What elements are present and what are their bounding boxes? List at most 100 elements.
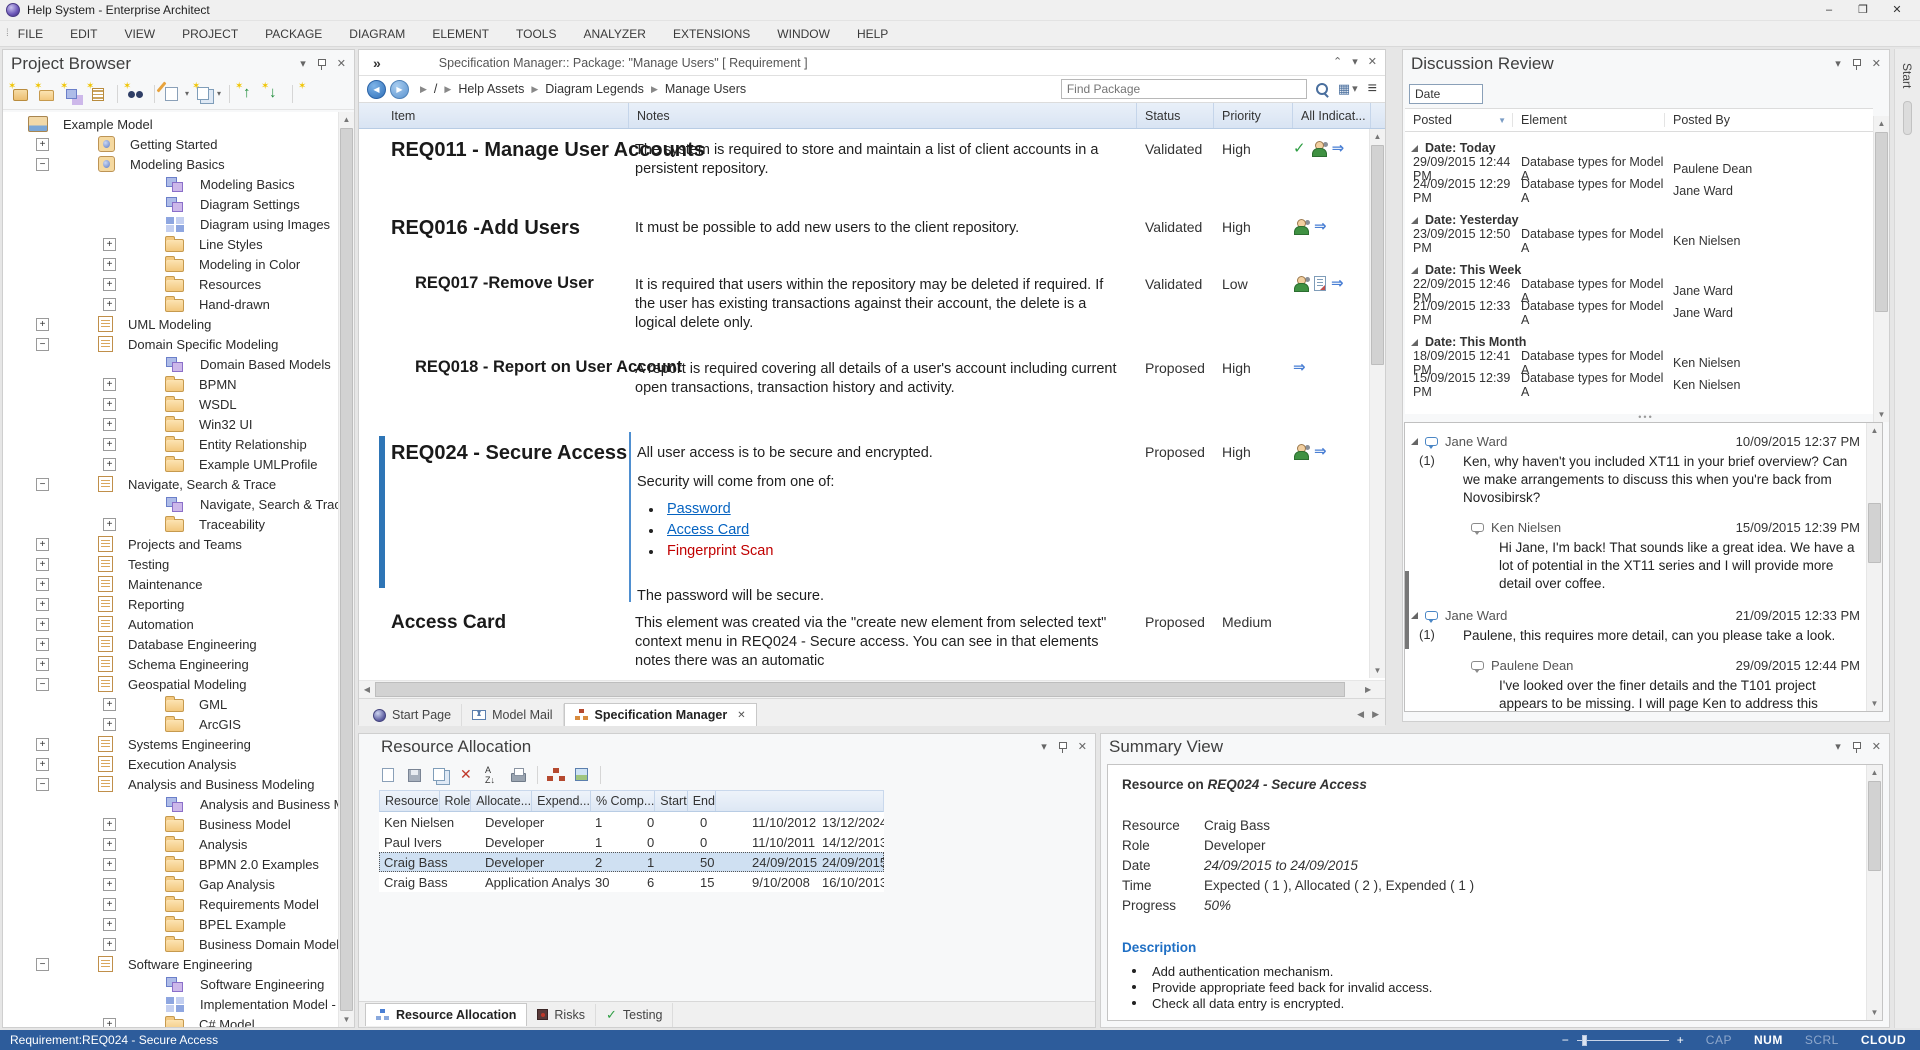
group-by-date-field[interactable]: Date [1409,84,1483,104]
requirement-priority[interactable]: Medium [1214,602,1293,680]
tree-item[interactable]: Analysis and Business Modeling [3,794,338,814]
tab-specification-manager[interactable]: Specification Manager ✕ [564,703,757,726]
indicator-icon[interactable] [1332,141,1345,156]
tree-item[interactable]: Business Model [3,814,338,834]
tree-item[interactable]: Example UMLProfile [3,454,338,474]
chevron-down-icon[interactable]: ▾ [1835,59,1841,70]
tab-risks[interactable]: Risks [527,1004,596,1026]
expander-icon[interactable] [103,378,116,391]
expander-icon[interactable] [103,418,116,431]
close-icon[interactable]: ✕ [1078,742,1087,753]
notes-bullet[interactable]: Fingerprint Scan [649,542,1123,561]
expander-icon[interactable] [36,598,49,611]
requirement-notes[interactable]: The system is required to store and main… [629,129,1137,207]
requirement-priority[interactable]: Low [1214,264,1293,348]
tree-item[interactable]: Domain Specific Modeling [3,334,338,354]
column-header-notes[interactable]: Notes [629,103,1137,128]
tabs-scroll-right-icon[interactable]: ▶ [1372,709,1379,720]
requirement-notes[interactable]: All user access is to be secure and encr… [629,432,1137,602]
scroll-down-icon[interactable]: ▼ [1370,663,1385,678]
tree-item[interactable]: Systems Engineering [3,734,338,754]
tab-close-icon[interactable]: ✕ [737,710,745,721]
expander-icon[interactable] [36,318,49,331]
tree-item[interactable]: Traceability [3,514,338,534]
tree-item[interactable]: Reporting [3,594,338,614]
chevron-down-icon[interactable]: ▾ [300,59,306,70]
tree-item[interactable]: Schema Engineering [3,654,338,674]
expander-icon[interactable] [36,778,49,791]
requirement-row[interactable]: REQ016 -Add Users It must be possible to… [359,207,1385,264]
resource-row[interactable]: Craig Bass Developer 2 1 50 24/09/2015 2… [379,852,884,872]
ra-report-icon[interactable]: ▾ [572,766,601,784]
expander-icon[interactable] [103,718,116,731]
resource-column-header[interactable]: Expend... [532,791,591,811]
resource-column-header[interactable]: Resource [380,791,440,811]
start-tab[interactable]: Start [1900,63,1914,88]
scroll-thumb[interactable] [1371,145,1384,365]
ra-print-icon[interactable]: ▾ [509,766,538,784]
expander-icon[interactable] [103,878,116,891]
column-header-posted[interactable]: Posted ▼ [1405,113,1513,127]
maximize-button[interactable]: ❐ [1846,1,1880,19]
tree-item[interactable]: Geospatial Modeling [3,674,338,694]
expander-icon[interactable] [103,398,116,411]
ra-help-icon[interactable]: ▾ [609,766,629,784]
expander-icon[interactable] [103,298,116,311]
notes-bullet-text[interactable]: Password [667,500,731,519]
zoom-slider[interactable] [1577,1040,1669,1041]
expander-icon[interactable] [103,818,116,831]
move-up-icon[interactable]: ▾ [238,85,258,103]
expander-icon[interactable] [103,238,116,251]
discussion-row[interactable]: 21/09/2015 12:33 PMDatabase types for Mo… [1405,302,1873,324]
duplicate-icon[interactable]: ▾ [195,85,230,103]
scroll-up-icon[interactable]: ▲ [1874,116,1889,131]
breadcrumb-item[interactable]: Manage Users [665,82,746,96]
ra-hierarchy-icon[interactable]: ▾ [546,766,566,784]
requirement-row[interactable]: REQ018 - Report on User Account A report… [359,348,1385,432]
menu-item[interactable]: ELEMENT [432,27,489,41]
scroll-down-icon[interactable]: ▼ [339,1012,354,1027]
tree-item[interactable]: Navigate, Search & Trace [3,494,338,514]
zoom-in-button[interactable]: + [1677,1033,1684,1047]
tree-item[interactable]: Business Domain Model [3,934,338,954]
tab-start-page[interactable]: Start Page [363,704,462,726]
expander-icon[interactable] [36,678,49,691]
notes-bullet-text[interactable]: Access Card [667,521,749,540]
expander-icon[interactable] [36,658,49,671]
resource-column-header[interactable]: Role [440,791,472,811]
tree-item[interactable]: Win32 UI [3,414,338,434]
tree-item[interactable]: Modeling in Color [3,254,338,274]
thread-left-scroll-thumb[interactable] [1405,571,1409,649]
discussion-row[interactable]: 24/09/2015 12:29 PMDatabase types for Mo… [1405,180,1873,202]
tree-item[interactable]: Maintenance [3,574,338,594]
strip-scroll-thumb[interactable] [1903,101,1912,135]
help-icon[interactable]: ▾ [301,85,321,103]
expander-icon[interactable] [36,558,49,571]
requirement-priority[interactable]: High [1214,207,1293,264]
edit-notes-icon[interactable]: ▾ [163,85,189,103]
indicator-icon[interactable] [1293,219,1309,235]
zoom-out-button[interactable]: − [1562,1033,1569,1047]
menu-item[interactable]: PACKAGE [265,27,322,41]
indicator-icon[interactable] [1314,219,1327,234]
thread-header[interactable]: Jane Ward 10/09/2015 12:37 PM [1411,431,1860,451]
expander-icon[interactable] [103,518,116,531]
overflow-chevron-icon[interactable]: » [373,55,381,71]
new-diagram-icon[interactable]: ▾ [63,85,83,103]
breadcrumb-item[interactable]: Help Assets [458,82,524,96]
column-header-indicators[interactable]: All Indicat... [1293,103,1371,128]
column-header-status[interactable]: Status [1137,103,1214,128]
menu-item[interactable]: PROJECT [182,27,238,41]
project-tree-scrollbar[interactable]: ▲ ▼ [338,112,354,1027]
tree-item[interactable]: Analysis [3,834,338,854]
tree-item[interactable]: Resources [3,274,338,294]
pin-icon[interactable] [1057,741,1068,754]
tab-model-mail[interactable]: Model Mail [462,704,563,726]
tree-item[interactable]: Execution Analysis [3,754,338,774]
move-down-icon[interactable]: ▾ [264,85,293,103]
scroll-up-icon[interactable]: ▲ [1867,423,1882,438]
requirement-status[interactable]: Proposed [1137,602,1214,680]
search-icon[interactable] [1315,82,1330,97]
menu-item[interactable]: DIAGRAM [349,27,405,41]
requirement-row-selected[interactable]: REQ024 - Secure Access All user access i… [359,432,1385,602]
